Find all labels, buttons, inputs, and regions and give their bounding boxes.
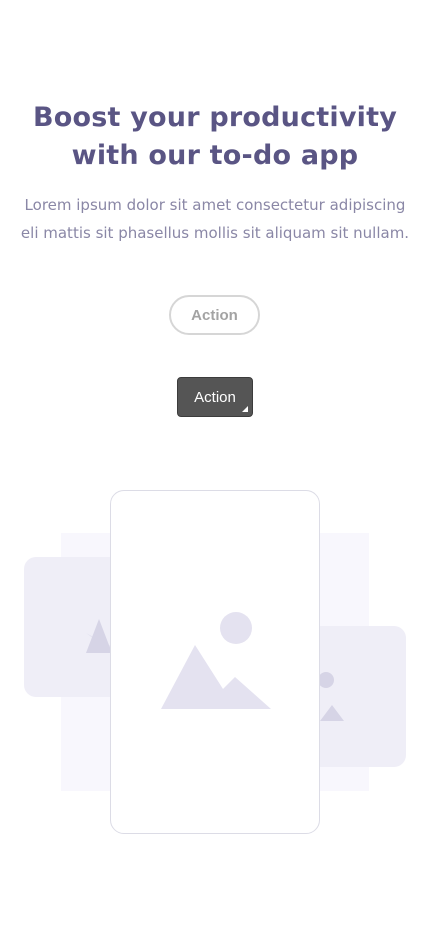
resize-handle-icon	[242, 406, 248, 412]
action-filled-button-label: Action	[194, 388, 236, 406]
headline-line-1: Boost your productivity	[32, 102, 397, 133]
page-headline: Boost your productivity with our to-do a…	[0, 99, 430, 175]
action-outline-button[interactable]: Action	[169, 295, 260, 335]
action-filled-button[interactable]: Action	[177, 377, 253, 417]
headline-line-2: with our to-do app	[71, 140, 359, 171]
phone-mockup-card	[110, 490, 320, 834]
image-placeholder-icon	[161, 612, 271, 709]
hero-description: Lorem ipsum dolor sit amet consectetur a…	[0, 191, 430, 247]
description-line-2: eli mattis sit phasellus mollis sit aliq…	[20, 224, 410, 242]
description-line-1: Lorem ipsum dolor sit amet consectetur a…	[24, 196, 406, 214]
